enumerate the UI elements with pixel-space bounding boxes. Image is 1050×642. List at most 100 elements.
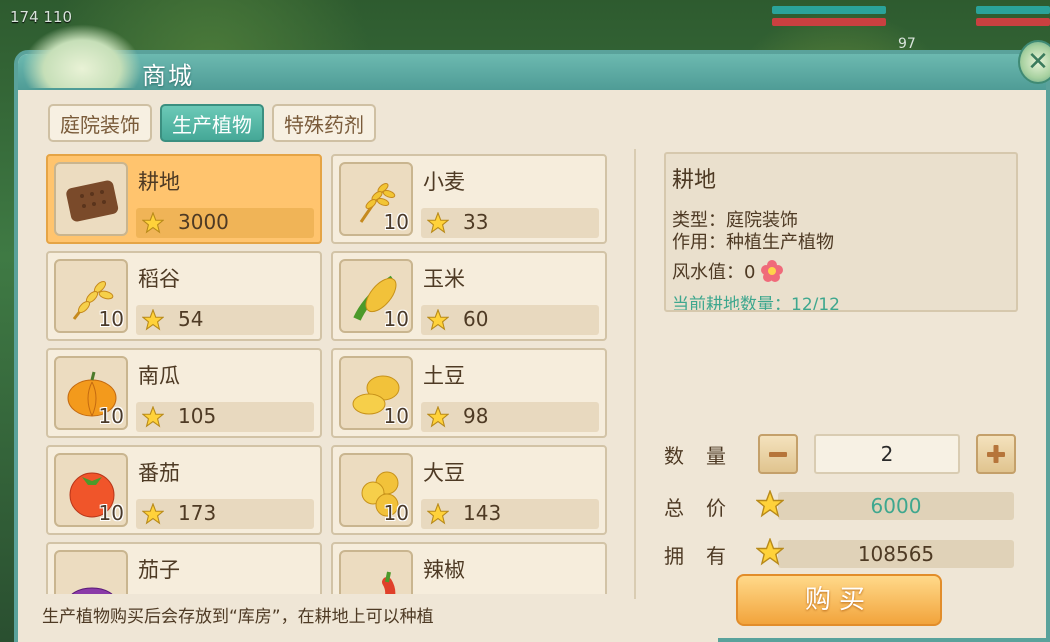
- item-count: 10: [98, 307, 124, 331]
- star-currency-icon: [142, 406, 164, 428]
- shop-item[interactable]: 10 大豆 143: [331, 445, 607, 535]
- item-icon-frame: 10: [339, 356, 413, 430]
- item-icon-frame: [54, 550, 128, 594]
- item-price: 54: [178, 307, 204, 331]
- hud-bar: [772, 6, 886, 14]
- item-count: 10: [383, 210, 409, 234]
- item-icon-frame: 10: [54, 453, 128, 527]
- dialog-title: 商城: [142, 62, 194, 90]
- detail-extra: 当前耕地数量：12/12: [672, 295, 840, 312]
- chili-icon: [382, 571, 396, 594]
- item-name: 稻谷: [138, 267, 180, 291]
- item-name: 南瓜: [138, 364, 180, 388]
- tab-courtyard-decor[interactable]: 庭院装饰: [48, 104, 152, 142]
- detail-fengshui-text: 风水值：0: [672, 262, 756, 283]
- increase-quantity-button[interactable]: [976, 434, 1016, 474]
- panel-divider: [634, 149, 636, 599]
- hud-bar: [976, 18, 1050, 26]
- eggplant-icon: [71, 587, 113, 594]
- item-price: 98: [463, 404, 489, 428]
- item-icon-frame: 10: [339, 259, 413, 333]
- category-tabs: 庭院装饰 生产植物 特殊药剂: [48, 104, 376, 142]
- hud-bar: [772, 18, 886, 26]
- shop-item[interactable]: 耕地 3000: [46, 154, 322, 244]
- star-currency-icon: [142, 212, 164, 234]
- item-price: 33: [463, 210, 489, 234]
- quantity-label: 数量: [664, 444, 748, 468]
- item-price: 143: [463, 501, 502, 525]
- star-currency-icon: [756, 490, 784, 518]
- decrease-quantity-button[interactable]: [758, 434, 798, 474]
- item-icon-frame: [54, 162, 128, 236]
- item-price: 3000: [178, 210, 229, 234]
- star-currency-icon: [427, 503, 449, 525]
- shop-item[interactable]: 10 小麦 33: [331, 154, 607, 244]
- item-grid: 耕地 3000 10 小麦 33 10 稻谷 54 10 玉米 60 10 南瓜 105 10 土豆 98 10 番…: [46, 154, 611, 594]
- star-currency-icon: [142, 503, 164, 525]
- title-bar: 商城: [18, 24, 1046, 90]
- owned-value: 108565: [778, 540, 1014, 568]
- total-value: 6000: [778, 492, 1014, 520]
- shop-item[interactable]: 10 玉米 60: [331, 251, 607, 341]
- hud-bar: [976, 6, 1050, 14]
- quantity-input[interactable]: 2: [814, 434, 960, 474]
- buy-button[interactable]: 购买: [736, 574, 942, 626]
- detail-fengshui: 风水值：0: [672, 258, 784, 284]
- item-price: 173: [178, 501, 217, 525]
- item-name: 耕地: [138, 170, 180, 194]
- star-currency-icon: [142, 309, 164, 331]
- minus-icon: [769, 452, 787, 457]
- item-price: 60: [463, 307, 489, 331]
- star-currency-icon: [756, 538, 784, 566]
- footer-note: 生产植物购买后会存放到“库房”，在耕地上可以种植: [42, 607, 434, 627]
- item-name: 小麦: [423, 170, 465, 194]
- item-price-bar: 60: [421, 305, 599, 335]
- item-icon-frame: [339, 550, 413, 594]
- shop-item[interactable]: 10 番茄 173: [46, 445, 322, 535]
- shop-item[interactable]: 10 稻谷 54: [46, 251, 322, 341]
- item-name: 土豆: [423, 364, 465, 388]
- item-price-bar: 143: [421, 499, 599, 529]
- item-icon-frame: 10: [339, 453, 413, 527]
- tab-production-plants[interactable]: 生产植物: [160, 104, 264, 142]
- plus-icon: [987, 445, 1005, 463]
- item-count: 10: [98, 404, 124, 428]
- item-name: 茄子: [138, 558, 180, 582]
- owned-label: 拥有: [664, 544, 748, 568]
- item-count: 10: [98, 501, 124, 525]
- detail-use: 作用：种植生产植物: [672, 232, 834, 253]
- item-name: 大豆: [423, 461, 465, 485]
- shop-dialog: 商城 庭院装饰 生产植物 特殊药剂 耕地 3000 10 小麦 33 10 稻谷 54 10 玉米…: [14, 24, 1050, 642]
- item-price-bar: 33: [421, 208, 599, 238]
- item-name: 玉米: [423, 267, 465, 291]
- item-icon-frame: 10: [54, 259, 128, 333]
- item-price-bar: 105: [136, 402, 314, 432]
- item-name: 番茄: [138, 461, 180, 485]
- item-icon-frame: 10: [339, 162, 413, 236]
- shop-item[interactable]: 茄子: [46, 542, 322, 594]
- item-count: 10: [383, 307, 409, 331]
- farmland-icon: [66, 180, 119, 222]
- shop-item[interactable]: 辣椒: [331, 542, 607, 594]
- title-cloud-decoration: [22, 24, 142, 88]
- item-price-bar: 173: [136, 499, 314, 529]
- star-currency-icon: [427, 212, 449, 234]
- item-name: 辣椒: [423, 558, 465, 582]
- item-detail-panel: 耕地 类型：庭院装饰 作用：种植生产植物 风水值：0 当前耕地数量：12/12: [664, 152, 1018, 312]
- star-currency-icon: [427, 309, 449, 331]
- item-price: 105: [178, 404, 217, 428]
- item-price-bar: 98: [421, 402, 599, 432]
- item-count: 10: [383, 404, 409, 428]
- close-icon: ✕: [1027, 47, 1049, 77]
- item-icon-frame: 10: [54, 356, 128, 430]
- star-currency-icon: [427, 406, 449, 428]
- close-button[interactable]: ✕: [1018, 40, 1050, 84]
- total-label: 总价: [664, 496, 748, 520]
- detail-title: 耕地: [672, 168, 717, 193]
- item-price-bar: 3000: [136, 208, 314, 238]
- shop-item[interactable]: 10 南瓜 105: [46, 348, 322, 438]
- tab-special-potions[interactable]: 特殊药剂: [272, 104, 376, 142]
- shop-item[interactable]: 10 土豆 98: [331, 348, 607, 438]
- flower-icon: [761, 260, 784, 282]
- item-count: 10: [383, 501, 409, 525]
